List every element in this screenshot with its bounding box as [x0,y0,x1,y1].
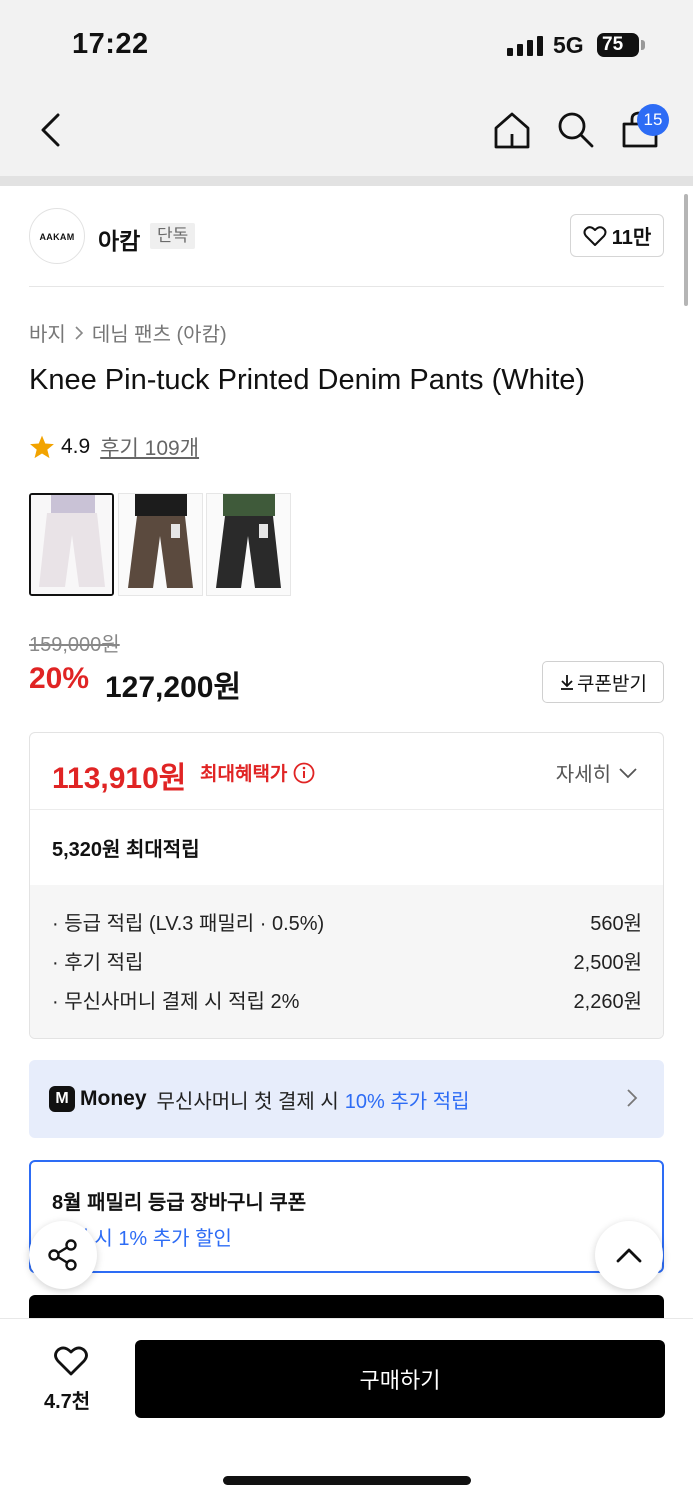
scroll-top-button[interactable] [595,1221,663,1289]
info-icon[interactable] [293,762,315,784]
money-banner-highlight: 10% 추가 적립 [344,1090,470,1113]
share-icon [48,1239,77,1271]
family-coupon-card[interactable]: 8월 패밀리 등급 장바구니 쿠폰 결제 시 1% 추가 할인 [29,1160,664,1273]
money-brand: Money [80,1087,147,1110]
brand-like-button[interactable]: 11만 [570,214,664,257]
musinsa-money-banner[interactable]: M Money 무신사머니 첫 결제 시 10% 추가 적립 [29,1060,664,1138]
color-thumbnail-black[interactable] [206,493,291,596]
points-detail-panel: · 등급 적립 (LV.3 패밀리 · 0.5%) 560원 · 후기 적립 2… [30,885,663,1038]
point-row: · 무신사머니 결제 시 적립 2% 2,260원 [52,985,642,1014]
heart-icon [583,225,607,246]
chevron-up-icon [616,1248,642,1263]
original-price: 159,000원 [29,634,120,656]
point-row: · 후기 적립 2,500원 [52,946,642,975]
cart-count-badge[interactable]: 15 [637,104,669,136]
nav-divider [0,176,693,186]
money-logo-icon: M [49,1086,75,1112]
product-thumbnail-image [119,494,202,595]
breadcrumb-category[interactable]: 바지 [29,318,66,347]
brand-name[interactable]: 아캄 [98,222,140,256]
search-icon[interactable] [556,110,596,150]
coupon-download-button[interactable]: 쿠폰받기 [542,661,664,703]
point-row-label: · 후기 적립 [52,952,144,974]
point-row-value: 2,260원 [573,991,642,1013]
max-points-total: 5,320원 최대적립 [52,839,200,861]
rating-value: 4.9 [61,435,91,458]
max-benefit-price: 113,910원 [52,762,187,795]
breadcrumb: 바지 데님 팬츠 (아캄) [29,318,227,347]
exclusive-badge: 단독 [150,223,196,249]
color-thumbnail-white[interactable] [29,493,114,596]
wishlist-count: 4.7천 [44,1391,91,1413]
back-arrow-icon[interactable] [38,112,64,148]
benefit-box: 113,910원 최대혜택가 자세히 5,320원 최대적립 · 등급 적립 (… [29,732,664,1039]
star-icon [30,435,54,459]
status-time: 17:22 [72,28,149,60]
brand-like-count: 11만 [611,227,652,249]
section-divider [29,286,664,287]
review-link[interactable]: 후기 109개 [100,432,199,462]
home-icon[interactable] [492,110,532,150]
battery-tip [641,40,645,50]
product-thumbnail-image [31,495,112,594]
download-icon [561,675,574,690]
point-row-value: 2,500원 [573,952,642,974]
coupon-button-label: 쿠폰받기 [577,673,647,695]
point-row-value: 560원 [590,913,642,935]
home-indicator [223,1476,471,1485]
color-thumbnail-brown[interactable] [118,493,203,596]
product-title: Knee Pin-tuck Printed Denim Pants (White… [29,364,586,396]
chevron-right-icon [75,325,83,340]
max-benefit-label-text: 최대혜택가 [200,764,288,785]
buy-button[interactable]: 구매하기 [135,1340,665,1418]
brand-logo[interactable]: AAKAM [29,208,85,264]
point-row-label: · 무신사머니 결제 시 적립 2% [52,991,300,1013]
detail-toggle-label: 자세히 [555,764,611,786]
network-type: 5G [553,32,584,58]
chevron-down-icon [619,767,637,778]
chevron-right-icon [627,1089,638,1107]
point-row-label: · 등급 적립 (LV.3 패밀리 · 0.5%) [52,913,325,935]
scrollbar[interactable] [684,194,688,306]
battery-icon: 75 [597,33,639,57]
sale-price: 127,200원 [105,671,242,704]
share-button[interactable] [29,1221,97,1289]
point-row: · 등급 적립 (LV.3 패밀리 · 0.5%) 560원 [52,907,642,936]
max-benefit-label: 최대혜택가 [200,759,315,786]
discount-rate: 20% [29,662,90,695]
product-thumbnail-image [207,494,290,595]
wishlist-heart-icon[interactable] [53,1345,89,1377]
breadcrumb-subcategory[interactable]: 데님 팬츠 (아캄) [92,318,227,347]
family-coupon-title: 8월 패밀리 등급 장바구니 쿠폰 [52,1192,307,1214]
benefit-divider [30,809,663,810]
rating-row: 4.9 후기 109개 [29,432,199,462]
signal-icon [507,36,543,56]
benefit-detail-toggle[interactable]: 자세히 [556,758,637,787]
money-banner-text: 무신사머니 첫 결제 시 [156,1090,339,1113]
